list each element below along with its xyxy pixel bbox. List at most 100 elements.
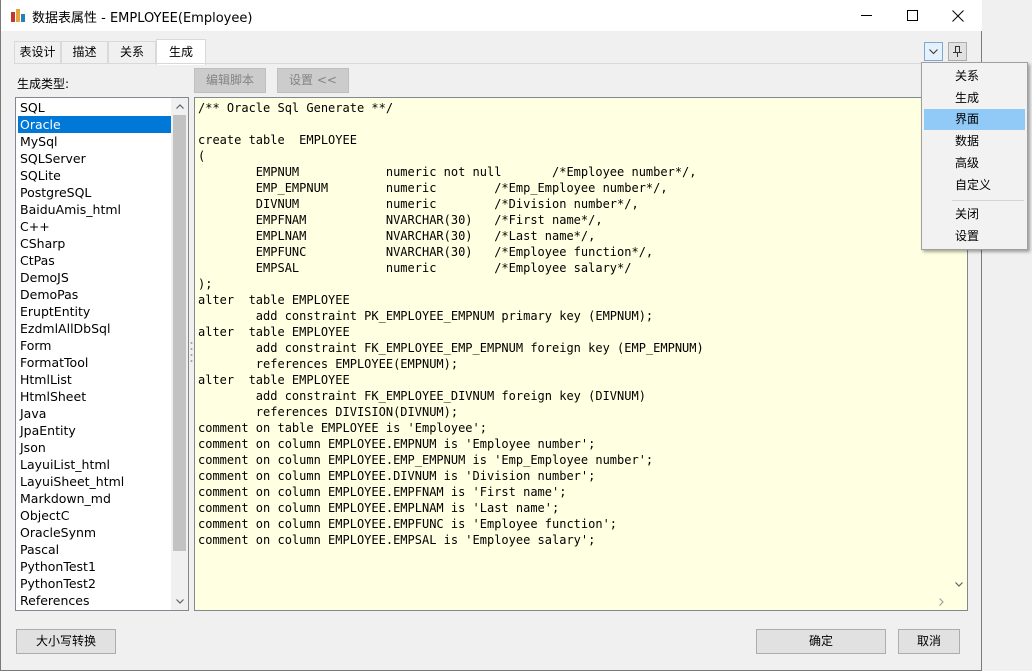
tab-divider: [14, 63, 969, 64]
list-item[interactable]: References: [18, 592, 172, 609]
menu-item-close[interactable]: 关闭: [924, 204, 1025, 225]
list-item[interactable]: Form: [18, 337, 172, 354]
code-line: comment on table EMPLOYEE is 'Employee';: [198, 421, 487, 435]
code-line: references EMPLOYEE(EMPNUM);: [198, 357, 459, 371]
tab-generate[interactable]: 生成: [156, 39, 206, 65]
menu-item-interface[interactable]: 界面: [924, 109, 1025, 130]
chevron-down-icon: [175, 599, 184, 604]
list-item[interactable]: C++: [18, 218, 172, 235]
list-item[interactable]: EruptEntity: [18, 303, 172, 320]
menu-item-data[interactable]: 数据: [924, 131, 1025, 152]
code-line: /** Oracle Sql Generate **/: [198, 101, 394, 115]
scroll-down-arrow[interactable]: [171, 593, 188, 610]
code-line: EMP_EMPNUM numeric /*Emp_Employee number…: [198, 181, 668, 195]
list-item[interactable]: OracleSynm: [18, 524, 172, 541]
sql-code-editor[interactable]: /** Oracle Sql Generate **/ create table …: [194, 97, 968, 611]
code-line: comment on column EMPLOYEE.EMPFUNC is 'E…: [198, 517, 618, 531]
edit-script-button[interactable]: 编辑脚本: [194, 68, 266, 93]
grip-icon: [190, 342, 193, 362]
code-line: EMPLNAM NVARCHAR(30) /*Last name*/,: [198, 229, 596, 243]
code-line: EMPFUNC NVARCHAR(30) /*Employee function…: [198, 245, 654, 259]
ok-button[interactable]: 确定: [756, 629, 886, 654]
list-item[interactable]: PostgreSQL: [18, 184, 172, 201]
tab-label: 表设计: [19, 45, 56, 59]
code-line: comment on column EMPLOYEE.EMPFNAM is 'F…: [198, 485, 567, 499]
list-item[interactable]: LayuiSheet_html: [18, 473, 172, 490]
code-line: comment on column EMPLOYEE.EMPNUM is 'Em…: [198, 437, 596, 451]
minimize-button[interactable]: [843, 0, 889, 31]
close-icon: [952, 9, 964, 22]
list-item[interactable]: Pascal: [18, 541, 172, 558]
properties-window: 数据表属性 - EMPLOYEE(Employee) 表设计 描述 关系 生成 …: [0, 0, 982, 671]
list-item[interactable]: Java: [18, 405, 172, 422]
code-line: EMPSAL numeric /*Employee salary*/: [198, 261, 632, 275]
maximize-button[interactable]: [889, 0, 935, 31]
close-button[interactable]: [935, 0, 981, 31]
maximize-icon: [906, 10, 918, 21]
tab-description[interactable]: 描述: [61, 41, 108, 63]
scroll-thumb[interactable]: [173, 115, 186, 551]
list-item[interactable]: HtmlList: [18, 371, 172, 388]
settings-toggle-button[interactable]: 设置 <<: [277, 68, 349, 93]
list-item[interactable]: DemoJS: [18, 269, 172, 286]
list-item[interactable]: MySql: [18, 133, 172, 150]
code-horizontal-scrollbar[interactable]: [195, 593, 950, 610]
pin-button[interactable]: [948, 42, 967, 61]
code-line: add constraint PK_EMPLOYEE_EMPNUM primar…: [198, 309, 654, 323]
list-item[interactable]: PythonTest2: [18, 575, 172, 592]
tab-label: 描述: [72, 45, 97, 59]
code-line: add constraint FK_EMPLOYEE_EMP_EMPNUM fo…: [198, 341, 704, 355]
list-item[interactable]: SQL: [18, 99, 172, 116]
list-item[interactable]: EzdmlAllDbSql: [18, 320, 172, 337]
list-item[interactable]: DemoPas: [18, 286, 172, 303]
code-line: DIVNUM numeric /*Division number*/,: [198, 197, 639, 211]
menu-item-custom[interactable]: 自定义: [924, 175, 1025, 196]
list-item[interactable]: CtPas: [18, 252, 172, 269]
cancel-button[interactable]: 取消: [898, 629, 960, 654]
list-item[interactable]: SQLite: [18, 167, 172, 184]
chevron-up-icon: [175, 104, 184, 109]
list-item[interactable]: HtmlSheet: [18, 388, 172, 405]
generation-type-list[interactable]: SQL Oracle MySql SQLServer SQLite PostgreSQL B…: [15, 97, 189, 611]
list-item[interactable]: LayuiList_html: [18, 456, 172, 473]
window-title: 数据表属性 - EMPLOYEE(Employee): [32, 11, 253, 26]
generation-type-label: 生成类型:: [17, 77, 70, 91]
app-icon: [11, 9, 25, 22]
chevron-right-icon: [939, 597, 944, 606]
code-line: alter table EMPLOYEE: [198, 373, 350, 387]
list-item[interactable]: Oracle: [18, 116, 172, 133]
list-item[interactable]: SQLServer: [18, 150, 172, 167]
list-scrollbar[interactable]: [171, 98, 188, 610]
list-item[interactable]: JpaEntity: [18, 422, 172, 439]
case-convert-button[interactable]: 大小写转换: [16, 629, 116, 654]
list-item[interactable]: FormatTool: [18, 354, 172, 371]
code-line: EMPFNAM NVARCHAR(30) /*First name*/,: [198, 213, 603, 227]
chevron-down-icon: [929, 48, 938, 54]
list-item[interactable]: ObjectC: [18, 507, 172, 524]
code-line: comment on column EMPLOYEE.EMP_EMPNUM is…: [198, 453, 654, 467]
list-item[interactable]: Markdown_md: [18, 490, 172, 507]
code-line: alter table EMPLOYEE: [198, 325, 350, 339]
code-scroll-right-arrow[interactable]: [933, 593, 950, 610]
panel-splitter[interactable]: [190, 340, 193, 364]
list-item[interactable]: PythonTest1: [18, 558, 172, 575]
scroll-up-arrow[interactable]: [171, 98, 188, 115]
menu-item-advanced[interactable]: 高级: [924, 153, 1025, 174]
tab-label: 关系: [119, 45, 144, 59]
code-line: add constraint FK_EMPLOYEE_DIVNUM foreig…: [198, 389, 646, 403]
pin-icon: [953, 46, 962, 57]
menu-separator: [952, 200, 1024, 201]
tab-table-design[interactable]: 表设计: [14, 41, 61, 63]
code-scroll-down-arrow[interactable]: [950, 576, 967, 593]
title-bar: 数据表属性 - EMPLOYEE(Employee): [1, 0, 982, 31]
menu-item-relations[interactable]: 关系: [924, 66, 1025, 87]
code-line: EMPNUM numeric not null /*Employee numbe…: [198, 165, 697, 179]
list-item[interactable]: BaiduAmis_html: [18, 201, 172, 218]
tab-relations[interactable]: 关系: [108, 41, 156, 63]
list-item[interactable]: CSharp: [18, 235, 172, 252]
menu-item-settings[interactable]: 设置: [924, 226, 1025, 247]
menu-item-generate[interactable]: 生成: [924, 88, 1025, 109]
minimize-icon: [860, 15, 872, 16]
dropdown-button[interactable]: [924, 42, 943, 61]
list-item[interactable]: Json: [18, 439, 172, 456]
